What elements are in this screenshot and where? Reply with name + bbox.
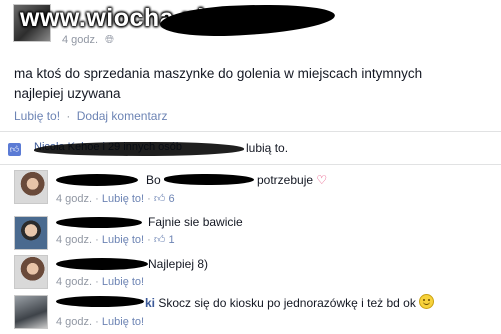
commenter-name-redaction (56, 296, 144, 307)
post-actions: Lubię to! · Dodaj komentarz (14, 109, 167, 123)
comment-text: Bo (146, 173, 161, 187)
comment-text: Skocz się do kiosku po jednorazówkę i te… (158, 296, 416, 310)
post-time-text: 4 godz. (62, 34, 99, 46)
comment-time[interactable]: 4 godz. (56, 316, 92, 328)
post-message-line-2: najlepiej uzywana (14, 86, 121, 101)
divider (0, 131, 501, 132)
divider (0, 164, 501, 165)
comment-like-link[interactable]: Lubię to! (102, 316, 144, 328)
comment-meta: 4 godz. · Lubię to! (56, 316, 145, 328)
comment-meta: 4 godz. · Lubię to! (56, 276, 145, 288)
comment-like-count[interactable]: 6 (168, 193, 174, 205)
post-timestamp[interactable]: 4 godz. 🌐︎ (62, 34, 114, 47)
like-count-icon: 👍︎ (153, 193, 166, 205)
post-comment-link[interactable]: Dodaj komentarz (77, 109, 168, 123)
comment-item: Najlepiej 8) 4 godz. · Lubię to! (0, 252, 501, 290)
smiley-icon (419, 294, 435, 309)
comment-text-line: ki Skocz się do kiosku po jednorazówkę i… (145, 294, 435, 310)
comment-like-link[interactable]: Lubię to! (102, 193, 144, 205)
post-message-line-1: ma ktoś do sprzedania maszynke do goleni… (14, 66, 423, 81)
heart-icon: ♡ (316, 173, 328, 187)
comment-text: Najlepiej 8) (148, 257, 209, 271)
comment-text-after-label: potrzebuje (257, 173, 314, 187)
comment-like-link[interactable]: Lubię to! (102, 234, 144, 246)
like-count-icon: 👍︎ (153, 234, 166, 246)
commenter-name-tail[interactable]: ki (145, 296, 155, 310)
comment-item: ki Skocz się do kiosku po jednorazówkę i… (0, 292, 501, 334)
comment-time[interactable]: 4 godz. (56, 193, 92, 205)
comment-item: Fajnie sie bawicie 4 godz. · Lubię to! ·… (0, 212, 501, 252)
globe-icon: 🌐︎ (105, 34, 114, 46)
comment-time[interactable]: 4 godz. (56, 234, 92, 246)
comment-time[interactable]: 4 godz. (56, 276, 92, 288)
comment-meta: 4 godz. · Lubię to! · 👍︎ 6 (56, 193, 175, 205)
action-separator: · (66, 109, 71, 123)
likes-suffix: lubią to. (246, 141, 289, 155)
commenter-avatar[interactable] (14, 216, 48, 250)
commenter-avatar[interactable] (14, 295, 48, 329)
comment-meta: 4 godz. · Lubię to! · 👍︎ 1 (56, 234, 175, 246)
commenter-name-redaction (56, 258, 148, 270)
comment-text-after: potrzebuje ♡ (257, 173, 327, 187)
comment-text: Fajnie sie bawicie (148, 215, 243, 229)
post-message: ma ktoś do sprzedania maszynke do goleni… (14, 64, 484, 104)
commenter-name-redaction (56, 217, 142, 228)
post-header: www.wiocha.pl 4 godz. 🌐︎ (0, 0, 501, 52)
comment-text-before: Bo (146, 173, 161, 187)
likes-summary: 👍︎ Nicola Kehoe i 29 innych osób lubią t… (8, 139, 493, 159)
comment-like-link[interactable]: Lubię to! (102, 276, 144, 288)
commenter-name-redaction (56, 174, 138, 186)
comment-like-count[interactable]: 1 (168, 234, 174, 246)
commenter-avatar[interactable] (14, 170, 48, 204)
comment-item: Bo potrzebuje ♡ 4 godz. · Lubię to! · 👍︎… (0, 168, 501, 208)
likes-names-redaction (34, 142, 244, 156)
commenter-avatar[interactable] (14, 255, 48, 289)
post-like-link[interactable]: Lubię to! (14, 109, 60, 123)
tagged-name-redaction (164, 174, 254, 185)
thumb-up-icon: 👍︎ (8, 143, 21, 156)
